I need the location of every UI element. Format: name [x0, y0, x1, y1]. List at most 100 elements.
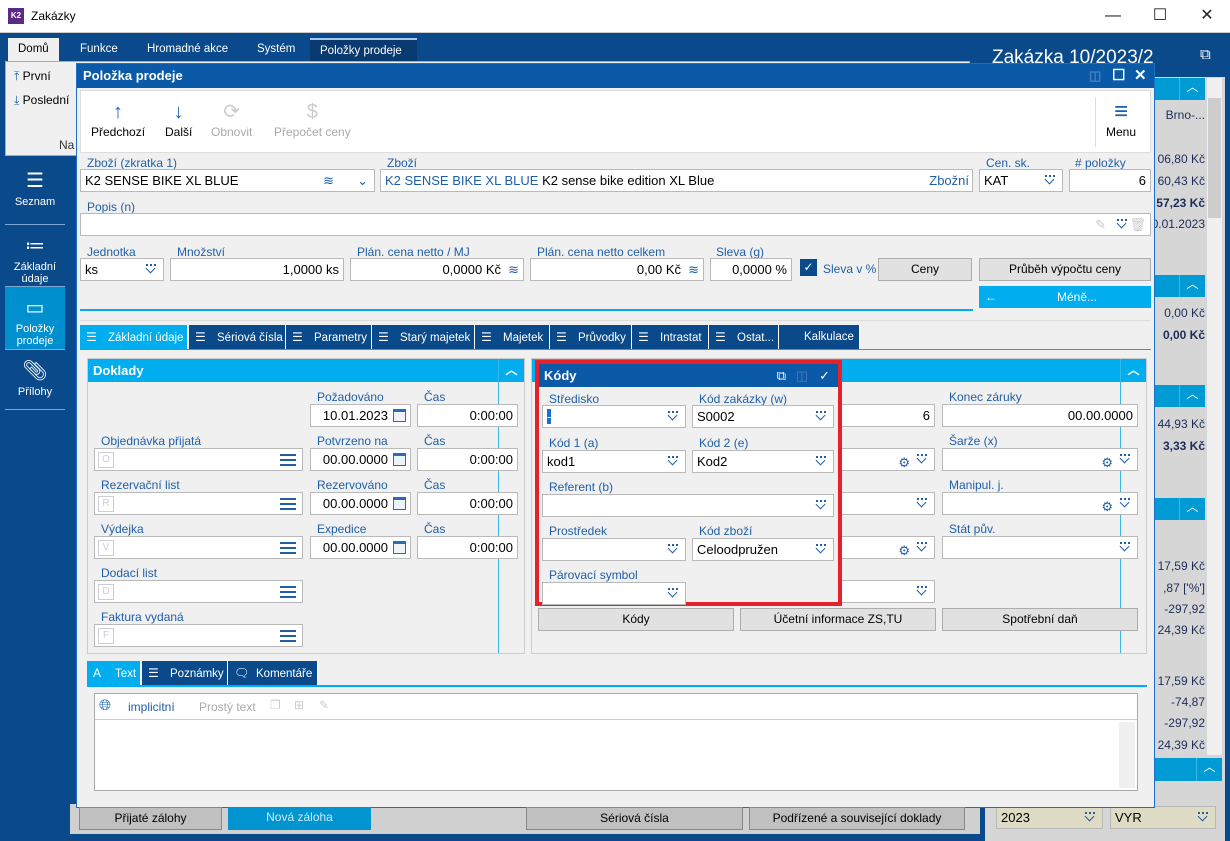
means-select[interactable] — [542, 538, 686, 561]
lookup-icon[interactable] — [280, 498, 296, 510]
maximize-dialog-button[interactable]: ☐ — [1112, 64, 1125, 88]
language-select[interactable]: implicitní — [128, 700, 175, 714]
popout-icon[interactable]: ⧉ — [777, 364, 786, 387]
tab-transfers[interactable]: ☰ Průvodky — [550, 325, 632, 349]
dropdown-icon[interactable] — [1119, 542, 1131, 554]
hidden-field[interactable]: 6 — [827, 404, 935, 427]
gear-icon[interactable]: ⚙ — [898, 540, 910, 558]
calendar-icon[interactable] — [393, 541, 406, 554]
vyr-select[interactable]: VYR — [1110, 806, 1216, 829]
handling-unit-input[interactable]: ⚙ — [942, 492, 1138, 515]
ribbon-tab-functions[interactable]: Funkce — [70, 38, 128, 61]
stack-icon[interactable]: ≋ — [688, 259, 699, 280]
referent-select[interactable] — [542, 494, 834, 517]
reservation-list-input[interactable]: R — [94, 492, 303, 515]
tab-calculation[interactable]: Kalkulace — [779, 325, 860, 349]
dropdown-icon[interactable] — [815, 544, 827, 556]
text-editor[interactable]: 🌐︎ implicitní Prostý text ❐ ⊞ ✎ — [94, 693, 1138, 791]
calendar-icon[interactable] — [393, 453, 406, 466]
tab-intrastat[interactable]: ☰ Intrastat — [632, 325, 709, 349]
lookup-icon[interactable] — [280, 542, 296, 554]
sidebar-item-basic-data[interactable]: ≔ Základní údaje — [5, 225, 65, 287]
order-code-select[interactable]: S0002 — [692, 405, 834, 428]
dropdown-icon[interactable] — [916, 586, 928, 598]
lookup-icon[interactable] — [280, 586, 296, 598]
trash-icon[interactable]: 🗑︎ — [1129, 214, 1146, 235]
tab-notes[interactable]: ☰ Poznámky — [142, 661, 228, 685]
stack-icon[interactable]: ≋ — [323, 170, 334, 191]
maximize-button[interactable]: ☐ — [1137, 0, 1183, 32]
ribbon-tab-home[interactable]: Domů — [8, 38, 59, 61]
unit-price-input[interactable]: 0,0000 Kč ≋ — [350, 258, 524, 281]
tab-comments[interactable]: 🗨︎ Komentáře — [228, 661, 318, 685]
received-advances-button[interactable]: Přijaté zálohy — [79, 807, 222, 830]
tab-assets[interactable]: ☰ Majetek — [475, 325, 550, 349]
refresh-button[interactable]: ⟳ Obnovit — [211, 99, 252, 139]
dropdown-icon[interactable] — [916, 542, 928, 554]
price-group-select[interactable]: KAT — [979, 169, 1063, 192]
add-copy-icon[interactable]: ⊞ — [294, 698, 304, 712]
dropdown-icon[interactable] — [916, 454, 928, 466]
goods-code-select[interactable]: Celoodpružen — [692, 538, 834, 561]
discount-input[interactable]: 0,0000 % — [710, 258, 792, 281]
dropdown-icon[interactable] — [667, 544, 679, 556]
dropdown-icon[interactable] — [815, 411, 827, 423]
tab-text[interactable]: A Text — [87, 661, 141, 685]
dropdown-icon[interactable] — [667, 588, 679, 600]
calendar-icon[interactable] — [393, 409, 406, 422]
discount-percent-checkbox[interactable]: ✓ — [800, 259, 817, 276]
copy-icon[interactable]: ❐ — [270, 698, 281, 712]
sidebar-item-list[interactable]: ☰ Seznam — [5, 160, 65, 225]
price-calculation-button[interactable]: Průběh výpočtu ceny — [979, 258, 1151, 281]
pencil-icon[interactable]: ✎ — [319, 698, 329, 712]
tab-old-assets[interactable]: ☰ Starý majetek — [372, 325, 475, 349]
hidden-field[interactable]: ⚙ — [827, 448, 935, 471]
previous-button[interactable]: ↑ Předchozí — [91, 99, 145, 139]
tab-parameters[interactable]: ☰ Parametry — [286, 325, 372, 349]
accounting-info-button[interactable]: Účetní informace ZS,TU — [740, 608, 936, 631]
codes-button[interactable]: Kódy — [538, 608, 734, 631]
dock-icon[interactable]: ◫ — [1089, 64, 1101, 88]
pairing-symbol-select[interactable] — [542, 582, 686, 605]
description-input[interactable]: ✎ 🗑︎ — [80, 213, 1151, 236]
dropdown-icon[interactable] — [667, 411, 679, 423]
recalculate-price-button[interactable]: $ Přepočet ceny — [274, 99, 351, 139]
invoice-issued-input[interactable]: F — [94, 624, 303, 647]
expedition-date-input[interactable]: 00.00.0000 — [310, 536, 411, 559]
first-button[interactable]: ⤒ První — [14, 69, 51, 84]
goods-code-input[interactable]: K2 SENSE BIKE XL BLUE ⌄ ≋ — [80, 169, 375, 192]
code2-select[interactable]: Kod2 — [692, 450, 834, 473]
hidden-field[interactable] — [827, 492, 935, 515]
code1-select[interactable]: kod1 — [542, 450, 686, 473]
time-input[interactable]: 0:00:00 — [417, 404, 518, 427]
warranty-end-input[interactable]: 00.00.0000 — [942, 404, 1138, 427]
format-select[interactable]: Prostý text — [199, 700, 256, 714]
tab-basic-data[interactable]: ☰ Základní údaje — [80, 325, 188, 349]
gear-icon[interactable]: ⚙ — [1101, 452, 1113, 470]
batch-input[interactable]: ⚙ — [942, 448, 1138, 471]
ribbon-tab-bulk-actions[interactable]: Hromadné akce — [137, 38, 238, 61]
dropdown-icon[interactable] — [916, 498, 928, 510]
item-number-input[interactable]: 6 — [1069, 169, 1151, 192]
dropdown-icon[interactable] — [815, 456, 827, 468]
time-input[interactable]: 0:00:00 — [417, 448, 518, 471]
dropdown-icon[interactable] — [1116, 219, 1128, 231]
dock-icon[interactable]: ◫ — [796, 364, 808, 387]
goods-input[interactable]: K2 SENSE BIKE XL BLUE K2 sense bike edit… — [380, 169, 973, 192]
order-received-input[interactable]: O — [94, 448, 303, 471]
next-button[interactable]: ↓ Další — [165, 99, 192, 139]
close-dialog-button[interactable]: ✕ — [1134, 64, 1147, 88]
minimize-button[interactable]: — — [1090, 0, 1136, 32]
dropdown-icon[interactable] — [815, 500, 827, 512]
ribbon-tab-sales-items[interactable]: Položky prodeje — [310, 38, 417, 61]
ribbon-tab-system[interactable]: Systém — [247, 38, 305, 61]
year-select[interactable]: 2023 — [996, 806, 1103, 829]
country-origin-input[interactable] — [942, 536, 1138, 559]
requested-date-input[interactable]: 10.01.2023 — [310, 404, 411, 427]
dropdown-icon[interactable] — [1119, 498, 1131, 510]
last-button[interactable]: ⤓ Poslední — [14, 93, 69, 108]
lookup-icon[interactable] — [280, 630, 296, 642]
calendar-icon[interactable] — [393, 497, 406, 510]
cost-center-select[interactable]: - — [542, 405, 686, 428]
editor-scrollbar[interactable] — [1119, 722, 1135, 788]
